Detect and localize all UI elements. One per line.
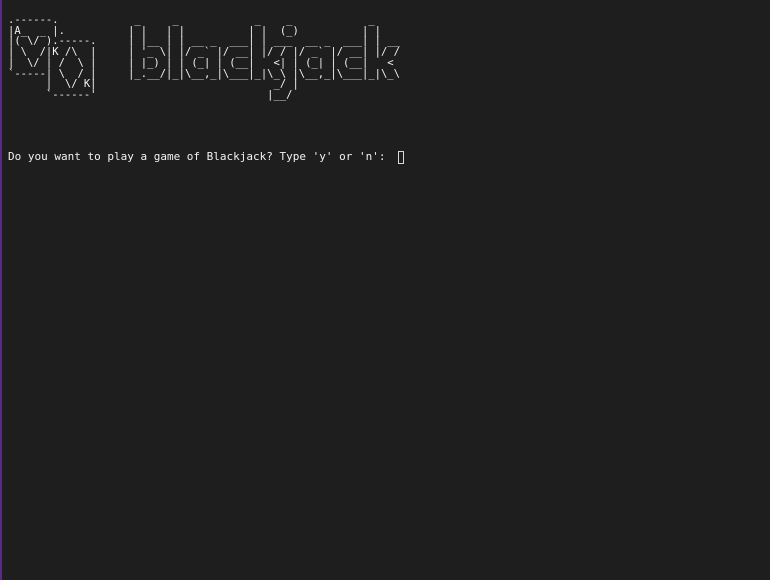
prompt-line: Do you want to play a game of Blackjack?… — [8, 150, 405, 164]
play-prompt-text: Do you want to play a game of Blackjack?… — [8, 150, 393, 163]
blackjack-ascii-logo: .------. _ _ _ _ _ |A_ _ |. | | | | | | … — [8, 14, 400, 101]
text-cursor[interactable] — [398, 150, 405, 164]
terminal-window[interactable]: .------. _ _ _ _ _ |A_ _ |. | | | | | | … — [0, 0, 770, 580]
